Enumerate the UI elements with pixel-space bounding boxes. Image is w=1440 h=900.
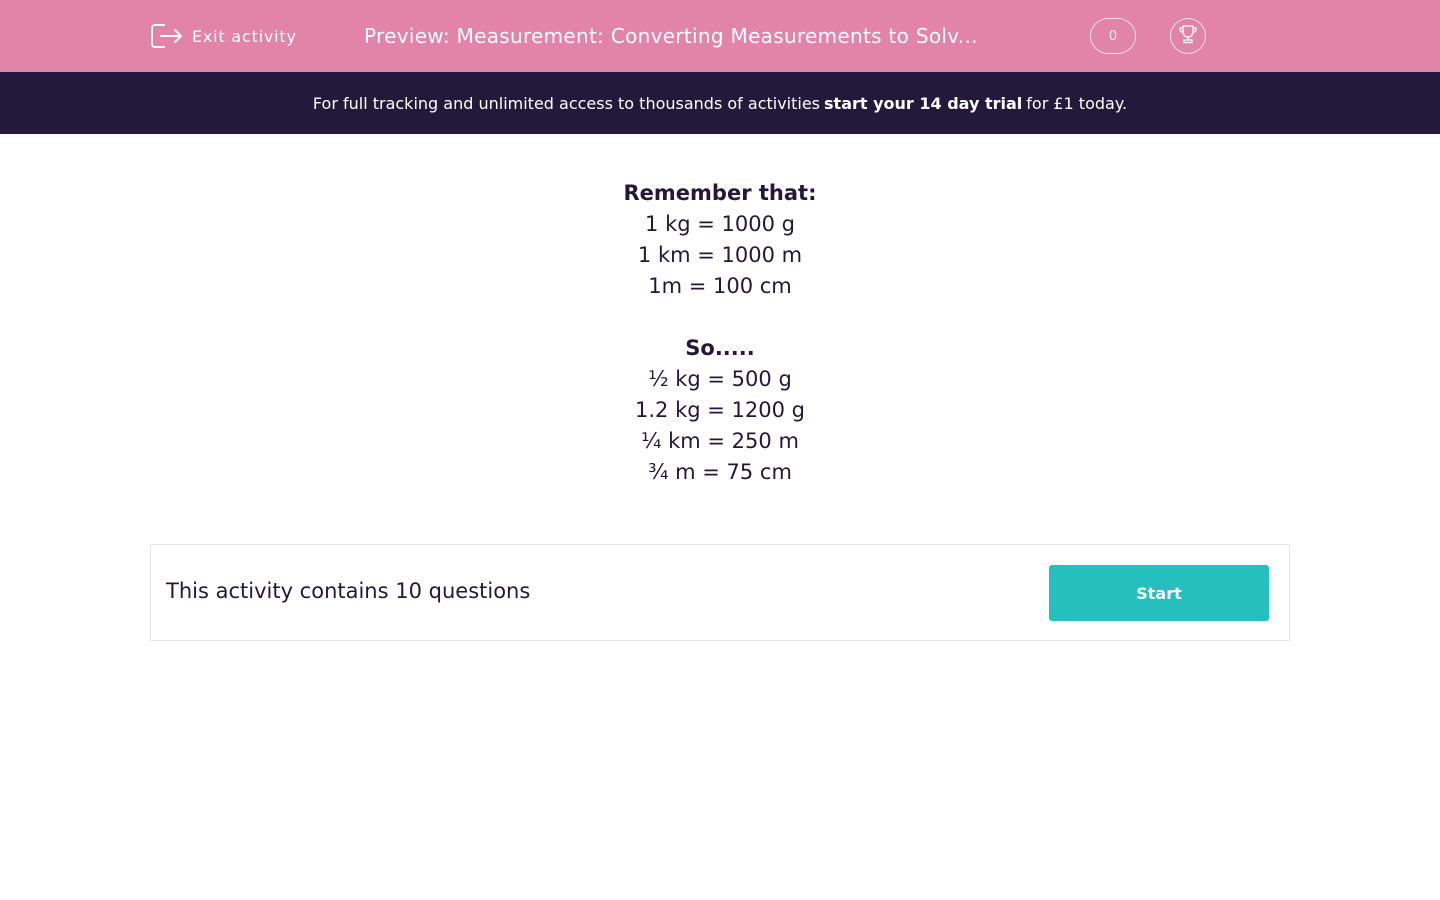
fact-line: 1 kg = 1000 g: [645, 212, 795, 236]
exit-activity-button[interactable]: Exit activity: [150, 20, 297, 52]
example-line: 1.2 kg = 1200 g: [635, 398, 805, 422]
so-heading: So.....: [685, 336, 755, 360]
start-button[interactable]: Start: [1049, 565, 1269, 621]
remember-heading: Remember that:: [623, 181, 817, 205]
trial-link[interactable]: start your 14 day trial: [824, 94, 1022, 113]
fact-line: 1 km = 1000 m: [637, 243, 803, 267]
activity-card: This activity contains 10 questions Star…: [150, 544, 1290, 641]
intro-content: Remember that: 1 kg = 1000 g 1 km = 1000…: [0, 178, 1440, 488]
page-title: Preview: Measurement: Converting Measure…: [364, 24, 978, 48]
example-line: ¼ km = 250 m: [641, 429, 799, 453]
score-badge: 0: [1090, 18, 1136, 54]
banner-text-end: for £1 today.: [1026, 93, 1128, 113]
example-line: ¾ m = 75 cm: [648, 460, 792, 484]
banner-text: For full tracking and unlimited access t…: [312, 93, 821, 113]
fact-line: 1m = 100 cm: [648, 274, 792, 298]
trial-banner: For full tracking and unlimited access t…: [0, 72, 1440, 134]
trophy-icon: [1177, 23, 1199, 49]
example-line: ½ kg = 500 g: [648, 367, 792, 391]
exit-icon: [150, 21, 184, 51]
question-count: This activity contains 10 questions: [166, 579, 531, 603]
exit-activity-label: Exit activity: [192, 26, 297, 46]
top-bar: Exit activity Preview: Measurement: Conv…: [0, 0, 1440, 72]
trophy-button[interactable]: [1170, 18, 1206, 54]
